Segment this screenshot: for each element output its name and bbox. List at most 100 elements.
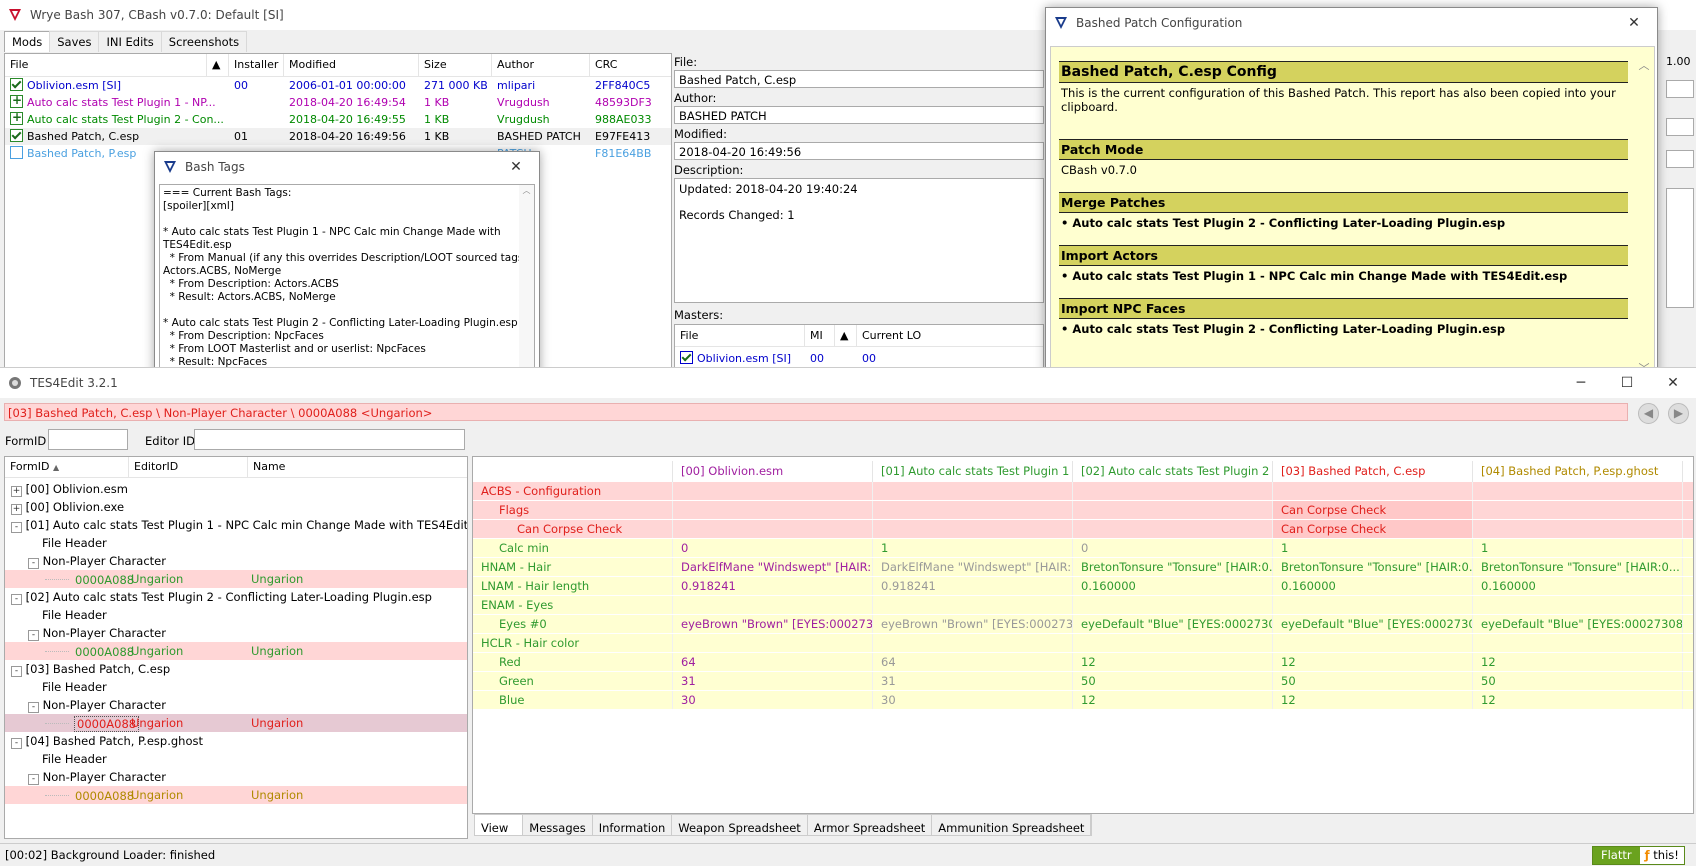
view-column-header[interactable]: [01] Auto calc stats Test Plugin 1 - ...	[873, 461, 1073, 482]
checkbox-icon[interactable]	[680, 351, 693, 364]
view-column-header[interactable]	[473, 461, 673, 482]
tree-record-row[interactable]: 0000A088 Ungarion Ungarion	[5, 714, 467, 732]
view-tab[interactable]: Ammunition Spreadsheet	[932, 815, 1092, 835]
tree-group-row[interactable]: File Header	[5, 678, 467, 696]
tree-plugin-row[interactable]: - [03] Bashed Patch, C.esp	[5, 660, 467, 678]
chevron-up-icon[interactable]: ︿	[1636, 57, 1652, 73]
right-edge-field[interactable]	[1666, 118, 1694, 136]
view-row[interactable]: Calc min 0 1 0 1 1	[473, 539, 1693, 558]
collapse-icon[interactable]: -	[28, 702, 39, 713]
mod-row[interactable]: Auto calc stats Test Plugin 1 - NP... 201…	[5, 94, 671, 111]
tree-group-row[interactable]: - Non-Player Character	[5, 696, 467, 714]
master-row[interactable]: Oblivion.esm [SI] 00 00	[675, 350, 1043, 367]
view-row[interactable]: ENAM - Eyes	[473, 596, 1693, 615]
collapse-icon[interactable]: -	[28, 774, 39, 785]
view-tab[interactable]: Messages	[523, 815, 593, 835]
formid-input[interactable]	[48, 429, 128, 450]
tab-mods[interactable]: Mods	[4, 31, 51, 52]
collapse-icon[interactable]: -	[28, 630, 39, 641]
tree-record-row[interactable]: 0000A088 Ungarion Ungarion	[5, 786, 467, 804]
collapse-icon[interactable]: -	[11, 594, 22, 605]
tree-group-row[interactable]: File Header	[5, 534, 467, 552]
view-row[interactable]: LNAM - Hair length 0.918241 0.918241 0.1600…	[473, 577, 1693, 596]
tree-plugin-row[interactable]: - [01] Auto calc stats Test Plugin 1 - N…	[5, 516, 467, 534]
view-tab[interactable]: Armor Spreadsheet	[807, 815, 933, 835]
tree-group-row[interactable]: - Non-Player Character	[5, 768, 467, 786]
tree-group-row[interactable]: File Header	[5, 750, 467, 768]
tree-group-row[interactable]: File Header	[5, 606, 467, 624]
masters-col-lo[interactable]: Current LO	[857, 325, 957, 346]
close-icon[interactable]: ✕	[1611, 8, 1657, 38]
chevron-up-icon[interactable]: ︿	[519, 185, 534, 196]
author-field[interactable]: BASHED PATCH	[674, 106, 1044, 124]
view-row[interactable]: Red 64 64 12 12 12	[473, 653, 1693, 672]
tree-record-row[interactable]: 0000A088 Ungarion Ungarion	[5, 570, 467, 588]
collapse-icon[interactable]: -	[11, 738, 22, 749]
maximize-icon[interactable]: ☐	[1604, 368, 1650, 398]
mod-row[interactable]: Auto calc stats Test Plugin 2 - Con... 20…	[5, 111, 671, 128]
masters-col-file[interactable]: File	[675, 325, 805, 346]
checkbox-icon[interactable]	[10, 111, 23, 126]
tree-plugin-row[interactable]: - [04] Bashed Patch, P.esp.ghost	[5, 732, 467, 750]
scrollbar[interactable]: ︿ ﹀	[1636, 47, 1652, 382]
record-path-bar[interactable]: [03] Bashed Patch, C.esp \ Non-Player Ch…	[4, 403, 1628, 421]
right-edge-field[interactable]	[1666, 80, 1694, 98]
sort-arrow-icon[interactable]: ▲	[835, 325, 857, 346]
checkbox-icon[interactable]	[10, 78, 23, 91]
config-report[interactable]: Bashed Patch, C.esp Config This is the c…	[1050, 46, 1655, 383]
view-tab[interactable]: Information	[592, 815, 673, 835]
checkbox-icon[interactable]	[10, 146, 23, 159]
view-column-header[interactable]: [00] Oblivion.esm	[673, 461, 873, 482]
view-column-header[interactable]: [03] Bashed Patch, C.esp	[1273, 461, 1473, 482]
view-row[interactable]: Blue 30 30 12 12 12	[473, 691, 1693, 710]
close-icon[interactable]: ✕	[493, 152, 539, 182]
view-row[interactable]: ACBS - Configuration	[473, 482, 1693, 501]
back-icon[interactable]: ◀	[1638, 403, 1659, 424]
expand-icon[interactable]: +	[11, 504, 22, 515]
masters-col-mi[interactable]: MI	[805, 325, 835, 346]
view-column-header[interactable]: [04] Bashed Patch, P.esp.ghost	[1473, 461, 1683, 482]
right-edge-field[interactable]	[1666, 188, 1694, 308]
col-file[interactable]: File	[5, 54, 207, 76]
tree-col-name[interactable]: Name	[248, 457, 408, 477]
flattr-button[interactable]: Flattr ƒ this!	[1592, 846, 1685, 865]
view-row[interactable]: Green 31 31 50 50 50	[473, 672, 1693, 691]
forward-icon[interactable]: ▶	[1668, 403, 1689, 424]
collapse-icon[interactable]: -	[28, 558, 39, 569]
right-edge-field[interactable]	[1666, 150, 1694, 168]
view-tab[interactable]: Weapon Spreadsheet	[672, 815, 808, 835]
record-tree[interactable]: FormID ▲ EditorID Name + [00] Oblivion.e…	[4, 456, 468, 839]
tree-group-row[interactable]: - Non-Player Character	[5, 624, 467, 642]
tree-plugin-row[interactable]: - [02] Auto calc stats Test Plugin 2 - C…	[5, 588, 467, 606]
tree-plugin-row[interactable]: + [00] Oblivion.esm	[5, 480, 467, 498]
scrollbar[interactable]: ︿ ﹀	[519, 185, 534, 380]
checkbox-icon[interactable]	[10, 129, 23, 142]
modified-field[interactable]: 2018-04-20 16:49:56	[674, 142, 1044, 160]
editorid-input[interactable]	[194, 429, 465, 450]
file-field[interactable]: Bashed Patch, C.esp	[674, 70, 1044, 88]
bash-tags-text[interactable]: === Current Bash Tags: [spoiler][xml] * Au…	[159, 184, 535, 381]
tree-group-row[interactable]: - Non-Player Character	[5, 552, 467, 570]
view-row[interactable]: HCLR - Hair color	[473, 634, 1693, 653]
view-row[interactable]: Can Corpse Check Can Corpse Check	[473, 520, 1693, 539]
col-author[interactable]: Author	[492, 54, 590, 76]
col-size[interactable]: Size	[419, 54, 492, 76]
view-row[interactable]: Flags Can Corpse Check	[473, 501, 1693, 520]
tab-ini-edits[interactable]: INI Edits	[98, 31, 162, 52]
view-column-header[interactable]: [02] Auto calc stats Test Plugin 2 - ...	[1073, 461, 1273, 482]
minimize-icon[interactable]: ─	[1558, 368, 1604, 398]
close-icon[interactable]: ✕	[1650, 368, 1696, 398]
collapse-icon[interactable]: -	[11, 666, 22, 677]
description-field[interactable]: Updated: 2018-04-20 19:40:24 Records Cha…	[674, 178, 1044, 303]
view-row[interactable]: Eyes #0 eyeBrown "Brown" [EYES:00027306] e…	[473, 615, 1693, 634]
view-row[interactable]: HNAM - Hair DarkElfMane "Windswept" [HAIR…	[473, 558, 1693, 577]
view-tab[interactable]: View	[475, 815, 524, 835]
col-modified[interactable]: Modified	[284, 54, 419, 76]
tab-saves[interactable]: Saves	[49, 31, 100, 52]
col-crc[interactable]: CRC	[590, 54, 670, 76]
tree-record-row[interactable]: 0000A088 Ungarion Ungarion	[5, 642, 467, 660]
checkbox-icon[interactable]	[10, 94, 23, 109]
mod-row[interactable]: Bashed Patch, C.esp 01 2018-04-20 16:49:56…	[5, 128, 671, 145]
mod-row[interactable]: Oblivion.esm [SI] 00 2006-01-01 00:00:00 27…	[5, 77, 671, 94]
sort-arrow-icon[interactable]: ▲	[207, 54, 229, 76]
